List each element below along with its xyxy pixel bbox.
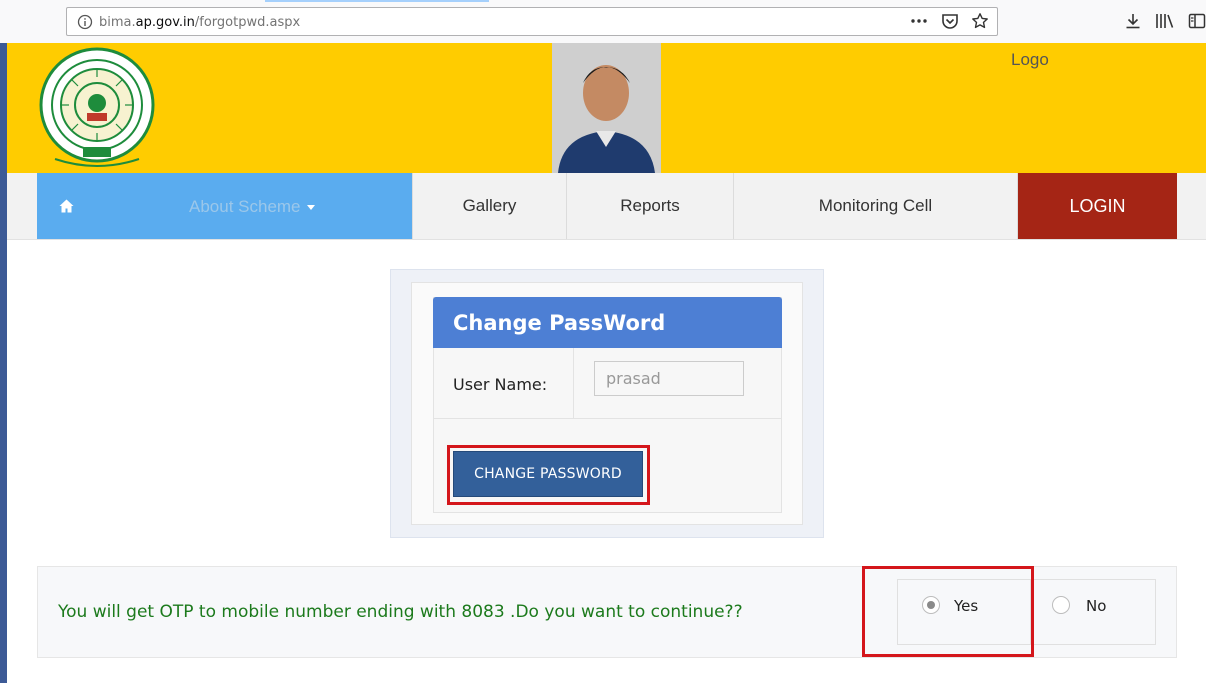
username-label: User Name: xyxy=(453,375,548,394)
info-icon[interactable] xyxy=(77,14,93,30)
main-nav: About Scheme Gallery Reports Monitoring … xyxy=(7,173,1206,240)
nav-about-scheme[interactable]: About Scheme xyxy=(189,197,315,217)
download-icon[interactable] xyxy=(1124,12,1142,35)
chevron-down-icon xyxy=(306,205,315,211)
otp-message: You will get OTP to mobile number ending… xyxy=(58,602,743,622)
nav-login-button[interactable]: LOGIN xyxy=(1018,173,1177,239)
portrait-photo xyxy=(552,43,661,173)
logo-placeholder: Logo xyxy=(1011,50,1049,69)
person-photo-icon xyxy=(552,43,661,173)
nav-reports[interactable]: Reports xyxy=(567,173,734,239)
url-path: /forgotpwd.aspx xyxy=(194,15,301,30)
library-icon[interactable] xyxy=(1155,12,1175,35)
nav-about-label: About Scheme xyxy=(189,197,301,216)
url-text[interactable]: bima.ap.gov.in/forgotpwd.aspx xyxy=(99,15,300,30)
panel-title: Change PassWord xyxy=(433,297,782,348)
url-prefix: bima. xyxy=(99,15,136,30)
nav-home[interactable]: About Scheme xyxy=(37,173,413,239)
pocket-icon[interactable] xyxy=(941,12,959,35)
url-actions xyxy=(902,12,989,32)
change-password-button[interactable]: CHANGE PASSWORD xyxy=(453,451,643,497)
government-emblem-icon xyxy=(39,47,155,167)
annotation-highlight-yes xyxy=(862,566,1034,657)
option-no[interactable]: No xyxy=(1031,580,1155,644)
radio-no-label[interactable]: No xyxy=(1086,597,1106,615)
nav-monitoring-cell[interactable]: Monitoring Cell xyxy=(734,173,1018,239)
site-header: Logo xyxy=(7,43,1206,173)
nav-gallery[interactable]: Gallery xyxy=(413,173,567,239)
radio-no[interactable] xyxy=(1052,596,1070,614)
username-input[interactable] xyxy=(594,361,744,396)
username-row: User Name: xyxy=(434,348,781,419)
active-tab-indicator xyxy=(265,0,489,2)
left-edge-strip xyxy=(0,43,7,683)
bookmark-star-icon[interactable] xyxy=(971,12,989,35)
sidebar-icon[interactable] xyxy=(1188,12,1206,35)
row-divider xyxy=(573,348,574,418)
browser-toolbar: bima.ap.gov.in/forgotpwd.aspx xyxy=(0,0,1206,44)
url-host: ap.gov.in xyxy=(135,15,195,30)
address-bar[interactable]: bima.ap.gov.in/forgotpwd.aspx xyxy=(66,7,998,36)
more-actions-icon[interactable] xyxy=(910,12,928,35)
home-icon[interactable] xyxy=(59,199,74,213)
